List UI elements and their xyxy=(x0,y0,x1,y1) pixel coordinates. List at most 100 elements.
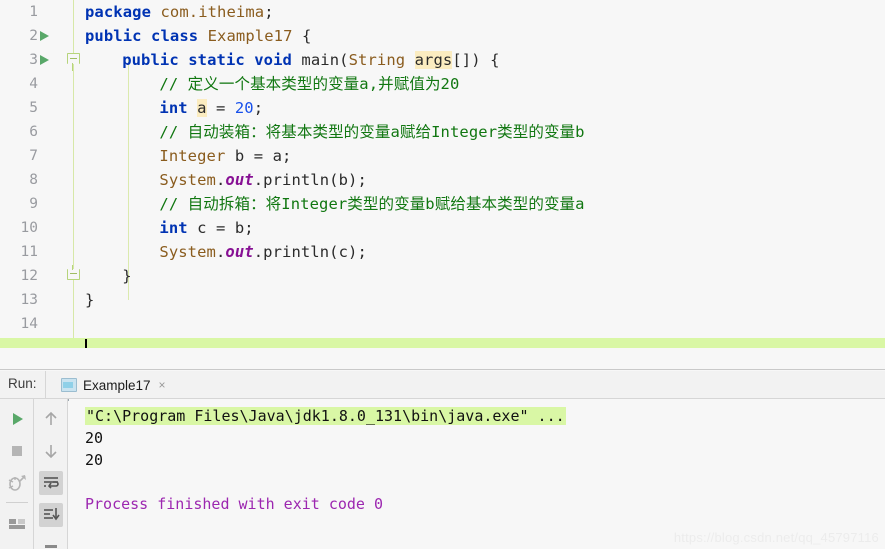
code-token: void xyxy=(254,51,302,69)
code-line: public static void main(String args[]) { xyxy=(122,48,499,72)
soft-wrap-button[interactable] xyxy=(39,471,63,495)
run-configuration-tab[interactable]: Example17 × xyxy=(55,371,172,399)
minimize-icon xyxy=(45,545,57,548)
line-number: 9 xyxy=(29,196,38,212)
toolbar-divider xyxy=(6,502,28,503)
code-token: // 自动装箱：将基本类型的变量a赋给Integer类型的变量b xyxy=(159,123,585,141)
code-token: Integer xyxy=(159,147,235,165)
rerun-button[interactable] xyxy=(5,407,29,431)
layout-button[interactable] xyxy=(5,511,29,535)
code-token: int xyxy=(159,99,198,117)
watermark-text: https://blog.csdn.net/qq_45797116 xyxy=(673,530,879,545)
console-line-text: Process finished with exit code 0 xyxy=(85,495,384,513)
console-line: "C:\Program Files\Java\jdk1.8.0_131\bin\… xyxy=(85,405,566,427)
gutter-run-icon[interactable] xyxy=(38,48,52,72)
gutter-run-icon[interactable] xyxy=(38,24,52,48)
code-line: System.out.println(b); xyxy=(159,168,367,192)
code-token: System xyxy=(159,171,216,189)
layout-icon xyxy=(9,519,25,529)
code-token: ); xyxy=(348,171,367,189)
code-line: } xyxy=(122,264,131,288)
tab-separator xyxy=(45,371,46,399)
run-panel-label: Run: xyxy=(8,376,37,391)
editor-bottom-gap xyxy=(0,354,885,370)
debug-icon xyxy=(8,475,26,491)
minimize-button[interactable] xyxy=(39,535,63,549)
console-line-text: 20 xyxy=(85,429,104,447)
line-number: 14 xyxy=(20,316,38,332)
code-token: a xyxy=(272,147,283,165)
code-token: .println( xyxy=(253,243,339,261)
line-number: 13 xyxy=(20,292,38,308)
code-token: = xyxy=(206,99,235,117)
code-token: // 自动拆箱：将Integer类型的变量b赋给基本类型的变量a xyxy=(159,195,585,213)
code-token: args xyxy=(414,51,453,69)
panel-splitter[interactable] xyxy=(0,369,885,370)
code-token: } xyxy=(85,291,95,309)
code-token: ; xyxy=(253,99,264,117)
code-token: Example17 xyxy=(207,27,293,45)
code-fold-icon[interactable] xyxy=(67,48,80,72)
code-token: com.itheima xyxy=(160,3,265,21)
line-number: 6 xyxy=(29,124,38,140)
code-token: out xyxy=(225,243,254,261)
run-tab-label: Example17 xyxy=(83,377,151,393)
line-number: 12 xyxy=(20,268,38,284)
code-token: } xyxy=(122,267,132,285)
code-line: Integer b = a; xyxy=(159,144,291,168)
stop-button[interactable] xyxy=(5,439,29,463)
line-number: 11 xyxy=(20,244,38,260)
code-line: // 自动装箱：将基本类型的变量a赋给Integer类型的变量b xyxy=(159,120,584,144)
code-token: .println( xyxy=(253,171,339,189)
code-token: c xyxy=(338,243,349,261)
code-line-list: 1 package com.itheima; 2 public class Examp… xyxy=(0,0,885,340)
line-number: 3 xyxy=(29,52,38,68)
code-token: ; xyxy=(282,147,292,165)
console-line: 20 xyxy=(85,427,103,449)
caret-line-highlight xyxy=(0,338,885,348)
code-token: int xyxy=(159,219,198,237)
code-token: . xyxy=(215,243,226,261)
arrow-down-icon xyxy=(45,445,57,459)
code-token: 20 xyxy=(234,99,254,117)
code-token: System xyxy=(159,243,216,261)
stop-icon xyxy=(12,446,22,456)
line-number: 8 xyxy=(29,172,38,188)
code-token: main xyxy=(301,51,340,69)
run-tool-window: Run: Example17 × "C:\Program Files\Java\… xyxy=(0,371,885,549)
code-token: { xyxy=(292,27,312,45)
rerun-icon xyxy=(13,413,23,425)
code-token: package xyxy=(85,3,161,21)
run-tab-bar: Run: Example17 × xyxy=(0,371,885,401)
console-output[interactable]: "C:\Program Files\Java\jdk1.8.0_131\bin\… xyxy=(69,399,885,549)
code-editor[interactable]: 1 package com.itheima; 2 public class Examp… xyxy=(0,0,885,348)
console-line: 20 xyxy=(85,449,103,471)
close-icon[interactable]: × xyxy=(159,379,166,391)
code-line: public class Example17 { xyxy=(85,24,311,48)
line-number: 4 xyxy=(29,76,38,92)
scroll-to-end-button[interactable] xyxy=(39,503,63,527)
code-line: package com.itheima; xyxy=(85,0,274,24)
debug-button[interactable] xyxy=(5,471,29,495)
text-caret xyxy=(85,339,87,348)
console-line-text: "C:\Program Files\Java\jdk1.8.0_131\bin\… xyxy=(85,407,566,425)
code-token: ; xyxy=(244,219,254,237)
previous-occurrence-button[interactable] xyxy=(39,407,63,431)
code-token: // 定义一个基本类型的变量a,并赋值为20 xyxy=(159,75,460,93)
code-line: int c = b; xyxy=(159,216,253,240)
code-token: . xyxy=(215,171,226,189)
code-token: static xyxy=(188,51,255,69)
code-token: ; xyxy=(264,3,274,21)
toolbar-divider-line-2 xyxy=(67,399,68,549)
code-fold-icon[interactable] xyxy=(67,264,80,288)
java-class-icon xyxy=(61,378,77,392)
console-line: Process finished with exit code 0 xyxy=(85,493,383,515)
code-line: System.out.println(c); xyxy=(159,240,367,264)
next-occurrence-button[interactable] xyxy=(39,439,63,463)
code-token: out xyxy=(225,171,254,189)
code-token: c xyxy=(197,219,207,237)
soft-wrap-icon xyxy=(44,477,59,489)
console-actions-toolbar xyxy=(34,399,68,549)
code-token: public xyxy=(85,27,152,45)
line-number: 1 xyxy=(29,4,38,20)
